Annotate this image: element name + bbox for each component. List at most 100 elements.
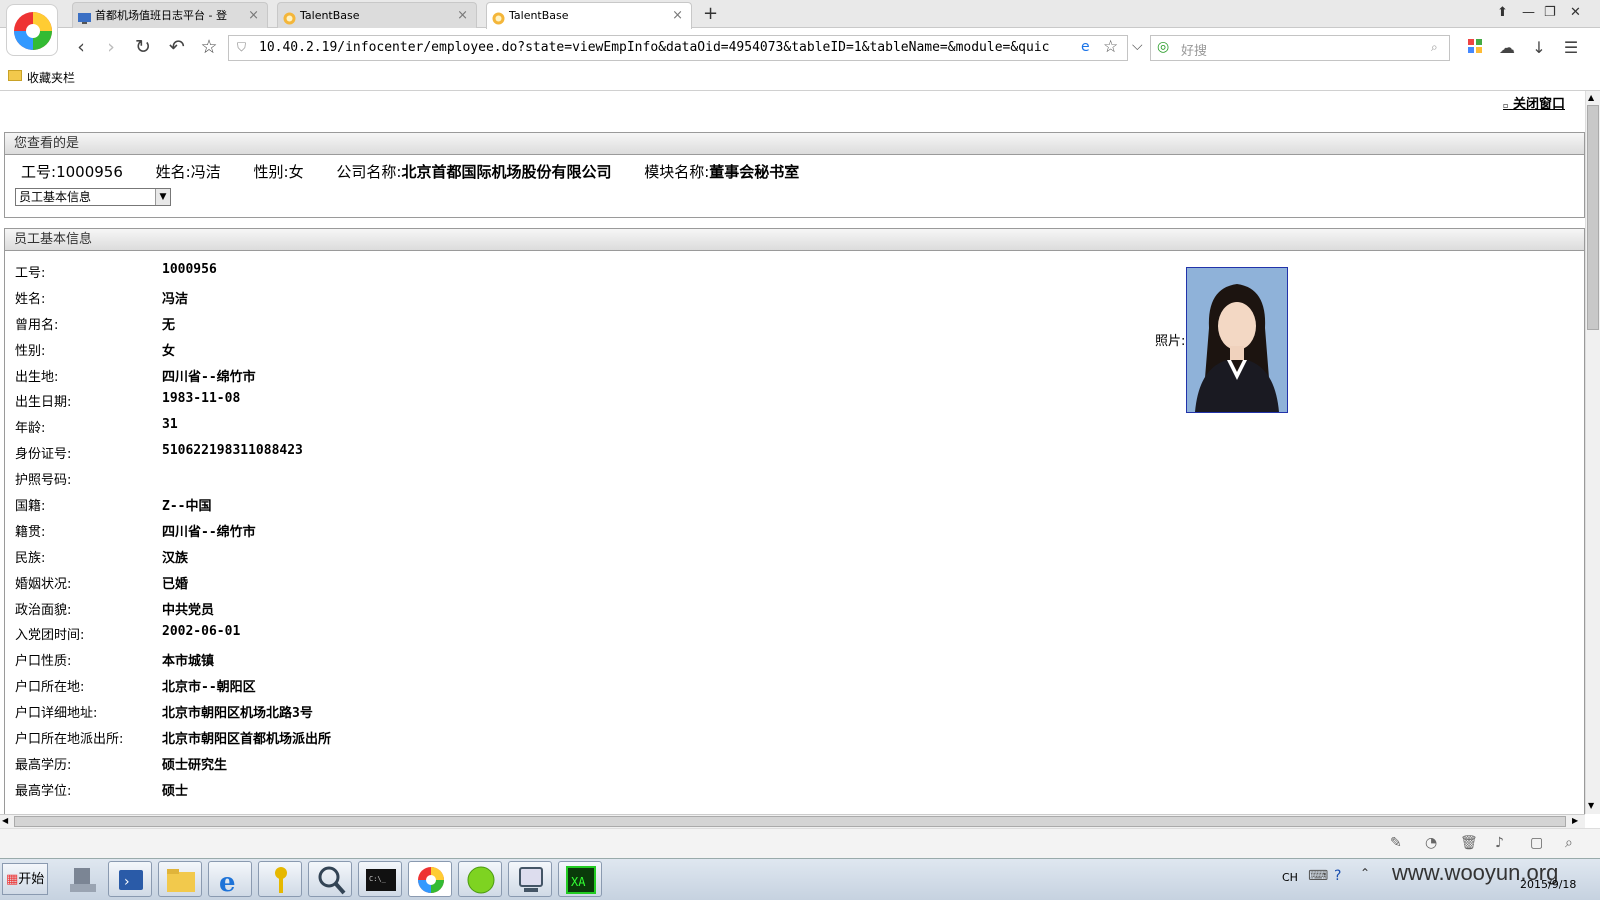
remote-desktop-icon[interactable] [508, 861, 552, 897]
url-text[interactable]: 10.40.2.19/infocenter/employee.do?state=… [259, 40, 1049, 55]
download-icon[interactable]: ↓ [1528, 38, 1550, 57]
tab-talentbase-2[interactable]: TalentBase × [486, 2, 692, 29]
back-icon[interactable]: ‹ [70, 36, 92, 58]
magnifier-tool-icon[interactable] [308, 861, 352, 897]
field-value: 汉族 [162, 550, 189, 566]
scroll-left-icon[interactable]: ◀ [2, 816, 8, 825]
speed-icon[interactable]: ◔ [1425, 835, 1437, 851]
pin-icon[interactable]: ⬆ [1497, 5, 1508, 20]
browser-logo-icon[interactable] [6, 4, 58, 56]
scroll-right-icon[interactable]: ▶ [1572, 816, 1578, 825]
new-tab-icon[interactable]: + [703, 3, 718, 24]
command-prompt-icon[interactable]: C:\_ [358, 861, 402, 897]
field-value: 冯洁 [162, 291, 189, 307]
summary-name: 姓名:冯洁 [156, 163, 221, 181]
restore-icon[interactable]: ❐ [1544, 5, 1556, 20]
select-value: 员工基本信息 [19, 190, 92, 204]
field-value: 北京市--朝阳区 [162, 680, 256, 696]
url-dropdown-icon[interactable]: ⌵ [1132, 38, 1143, 54]
start-button[interactable]: ▦开始 [2, 863, 48, 895]
vpn-key-icon[interactable] [258, 861, 302, 897]
close-window-link[interactable]: ▫ 关闭窗口 [1503, 93, 1565, 112]
field-row: 户口所在地: 北京市--朝阳区 [5, 672, 1584, 698]
keyboard-icon[interactable]: ⌨ [1308, 868, 1328, 884]
summary-heading: 您查看的是 [5, 133, 1584, 155]
chevron-down-icon[interactable]: ▼ [155, 189, 170, 205]
field-value: 1000956 [162, 262, 217, 277]
browser-taskbar-icon[interactable] [408, 861, 452, 897]
bookmark-star-icon[interactable]: ☆ [1103, 37, 1118, 57]
field-row: 最高学位: 硕士 [5, 776, 1584, 802]
field-value: 四川省--绵竹市 [162, 524, 256, 540]
search-icon[interactable]: ⌕ [1431, 40, 1438, 55]
undo-icon[interactable]: ↶ [166, 36, 188, 58]
talentbase-icon [283, 9, 296, 25]
field-label: 户口详细地址: [15, 706, 98, 722]
field-row: 户口详细地址: 北京市朝阳区机场北路3号 [5, 698, 1584, 724]
scroll-up-icon[interactable]: ▲ [1588, 93, 1594, 102]
star-icon[interactable]: ☆ [198, 36, 220, 58]
close-icon[interactable]: × [457, 3, 468, 28]
tab-label: TalentBase [300, 9, 360, 22]
field-label: 出生地: [15, 369, 59, 385]
field-label: 出生日期: [15, 395, 72, 411]
windows-logo-icon: ▦ [6, 872, 19, 887]
field-label: 最高学历: [15, 757, 72, 773]
field-value: 已婚 [162, 576, 189, 592]
svg-text:C:\_: C:\_ [369, 875, 387, 883]
square-bullet-icon: ▫ [1503, 101, 1509, 110]
field-row: 曾用名: 无 [5, 310, 1584, 336]
apps-icon[interactable] [1467, 38, 1483, 54]
zoom-icon[interactable]: ⌕ [1565, 835, 1573, 851]
company-value: 北京首都国际机场股份有限公司 [401, 163, 612, 181]
search-bar[interactable]: ◎ 好搜 ⌕ [1150, 35, 1450, 61]
forward-icon[interactable]: › [100, 36, 122, 58]
summary-company: 公司名称:北京首都国际机场股份有限公司 [336, 163, 611, 181]
field-value: Z--中国 [162, 499, 212, 515]
input-language[interactable]: CH [1282, 871, 1298, 884]
address-bar[interactable]: ⛉ 10.40.2.19/infocenter/employee.do?stat… [228, 35, 1143, 61]
minimize-icon[interactable]: — [1522, 5, 1535, 20]
server-manager-icon[interactable] [61, 861, 105, 897]
employee-photo [1186, 267, 1288, 413]
scroll-down-icon[interactable]: ▼ [1588, 801, 1594, 810]
tab-talentbase-1[interactable]: TalentBase × [277, 2, 477, 28]
help-icon[interactable]: ? [1334, 868, 1341, 884]
field-row: 最高学历: 硕士研究生 [5, 750, 1584, 776]
scrollbar-thumb[interactable] [1587, 105, 1599, 330]
field-row: 户口性质: 本市城镇 [5, 646, 1584, 672]
trash-icon[interactable]: 🗑 [1460, 835, 1478, 851]
tray-toggle-icon[interactable]: ⌃ [1360, 866, 1370, 880]
terminal-green-icon[interactable]: XA [558, 861, 602, 897]
window-icon[interactable]: ▢ [1530, 835, 1543, 851]
ie-mode-icon[interactable]: e [1081, 39, 1090, 55]
horizontal-scrollbar[interactable]: ◀ ▶ [0, 814, 1585, 828]
powershell-icon[interactable]: › [108, 861, 152, 897]
volume-icon[interactable]: ♪ [1495, 835, 1504, 851]
field-label: 身份证号: [15, 447, 72, 463]
summary-panel: 您查看的是 工号:1000956 姓名:冯洁 性别:女 公司名称:北京首都国际机… [4, 132, 1585, 218]
info-type-select[interactable]: 员工基本信息 ▼ [15, 188, 171, 206]
cloud-icon[interactable]: ☁ [1496, 38, 1518, 57]
field-value: 1983-11-08 [162, 391, 241, 407]
pin-tool-icon[interactable]: ✎ [1390, 835, 1402, 851]
explorer-folder-icon[interactable] [158, 861, 202, 897]
close-icon[interactable]: × [672, 3, 683, 28]
summary-emp-no: 工号:1000956 [21, 163, 123, 181]
field-row: 入党团时间: 2002-06-01 [5, 620, 1584, 646]
close-icon[interactable]: × [248, 3, 259, 28]
vertical-scrollbar[interactable]: ▲ ▼ [1585, 91, 1600, 814]
field-row: 出生地: 四川省--绵竹市 [5, 362, 1584, 388]
basic-info-panel: 员工基本信息 工号: 1000956 姓名: 冯洁 曾用名: 无性别: 女出生地: 四川省--… [4, 228, 1585, 814]
field-label: 户口所在地派出所: [15, 732, 124, 748]
tab-duty-log[interactable]: 首都机场值班日志平台 - 登 × [72, 2, 268, 28]
taskbar-date[interactable]: 2015/9/18 [1520, 878, 1576, 891]
bookmarks-folder-label[interactable]: 收藏夹栏 [27, 69, 75, 86]
field-value: 北京市朝阳区首都机场派出所 [162, 732, 332, 748]
close-window-icon[interactable]: ✕ [1570, 5, 1581, 20]
hscroll-thumb[interactable] [14, 816, 1566, 827]
internet-explorer-icon[interactable]: e [208, 861, 252, 898]
green-orb-icon[interactable] [458, 861, 502, 897]
reload-icon[interactable]: ↻ [132, 36, 154, 58]
menu-icon[interactable]: ☰ [1560, 38, 1582, 57]
